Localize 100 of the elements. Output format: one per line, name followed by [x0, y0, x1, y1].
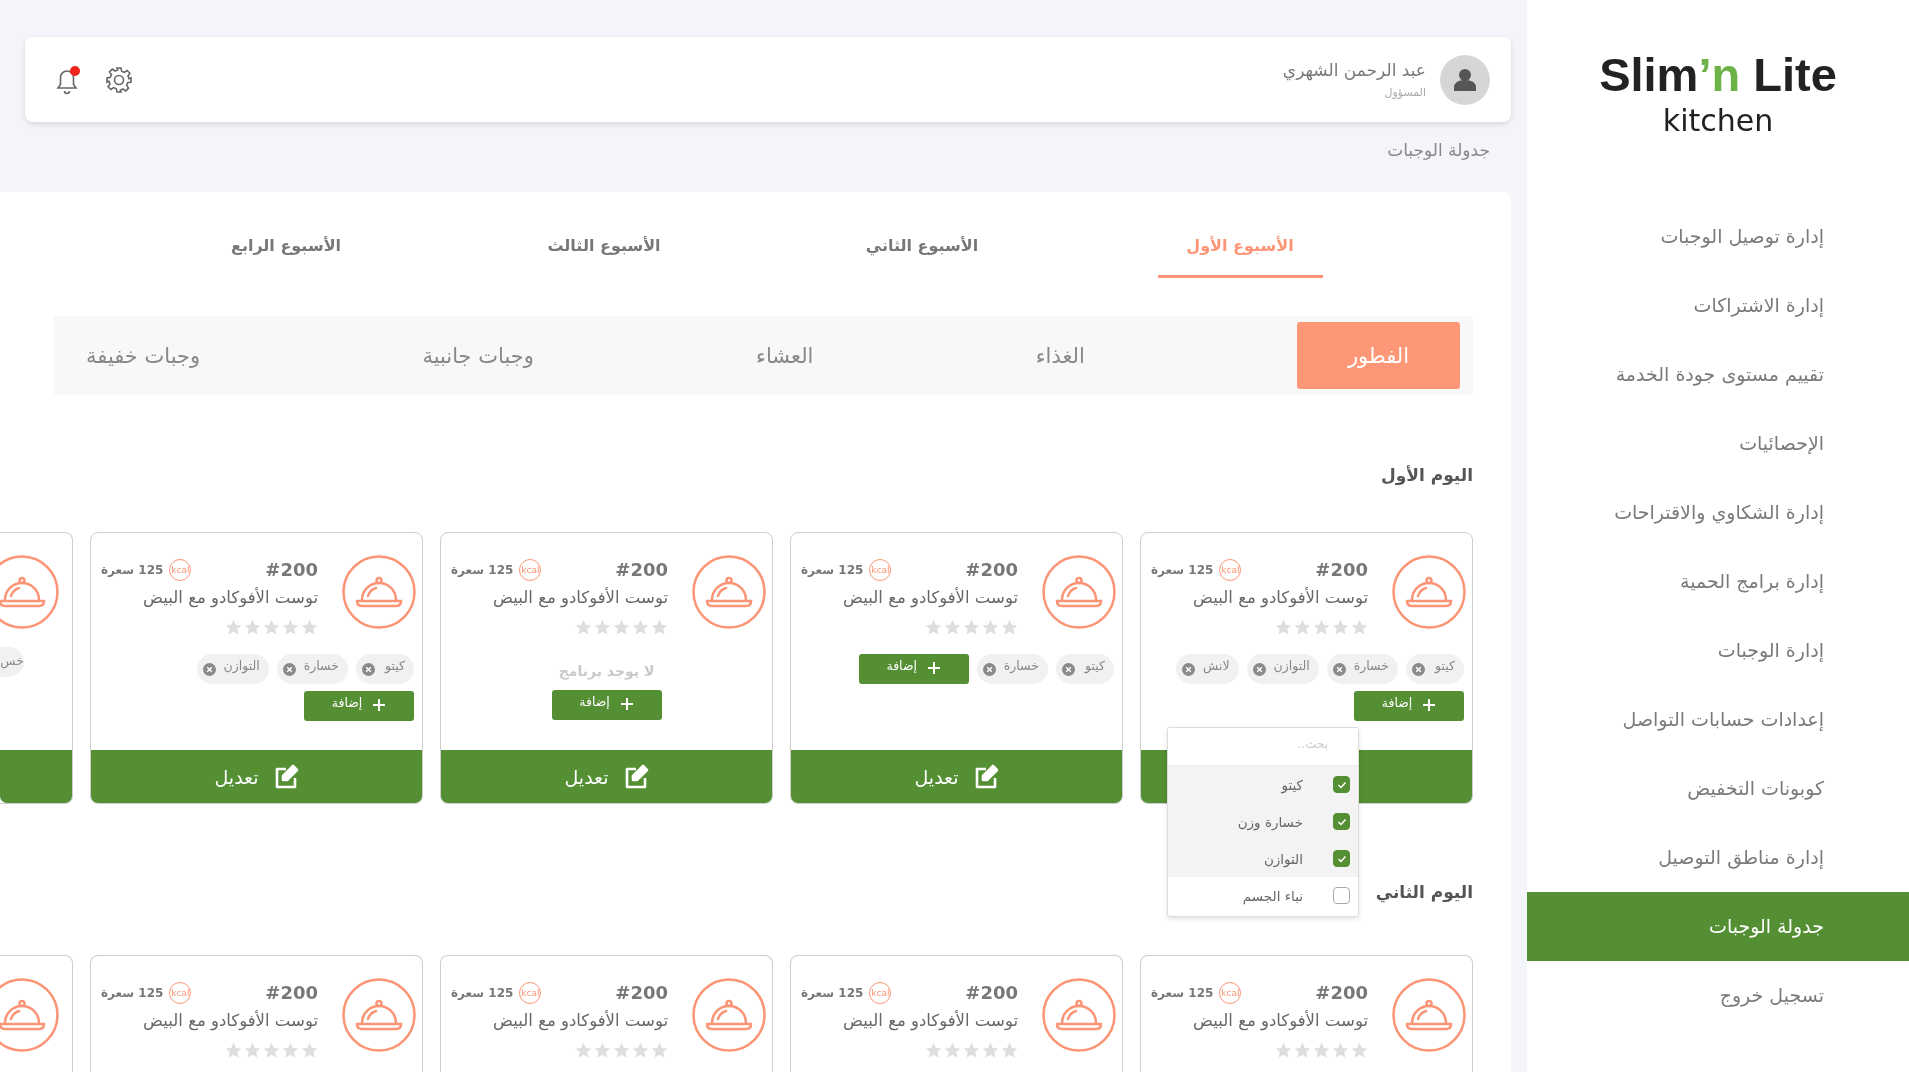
star-icon	[613, 619, 630, 636]
add-button[interactable]: إضافة	[858, 654, 969, 684]
star-icon	[301, 619, 318, 636]
page-title: جدولة الوجبات	[1386, 139, 1491, 162]
sidebar-item[interactable]: إدارة الاشتراكات	[1527, 271, 1909, 340]
notification-bell-icon[interactable]	[55, 64, 81, 95]
star-icon	[1351, 619, 1368, 636]
calories-text: 125 سعرة	[1151, 562, 1214, 579]
meal-type-tab[interactable]: وجبات خفيفة	[76, 340, 211, 371]
star-icon	[1332, 1042, 1349, 1059]
meal-name: توست الأفوكادو مع البيض	[842, 586, 1018, 610]
sidebar-item[interactable]: كوبونات التخفيض	[1527, 754, 1909, 823]
calories-text: 125 سعرة	[451, 562, 514, 579]
meal-name: توست الأفوكادو مع البيض	[142, 586, 318, 610]
tag-chip: التوازن	[196, 654, 269, 684]
star-icon	[944, 619, 961, 636]
star-icon	[982, 1042, 999, 1059]
sidebar-item[interactable]: إدارة الوجبات	[1527, 616, 1909, 685]
star-icon	[1313, 619, 1330, 636]
sidebar-item[interactable]: تسجيل خروج	[1527, 961, 1909, 1030]
meal-name: توست الأفوكادو مع البيض	[1192, 1009, 1368, 1033]
sidebar-item[interactable]: تقييم مستوى جودة الخدمة	[1527, 340, 1909, 409]
star-icon	[632, 619, 649, 636]
day-title: اليوم الثاني	[1375, 881, 1473, 905]
meal-type-tab[interactable]: الغذاء	[1025, 340, 1095, 371]
meal-name: توست الأفوكادو مع البيض	[142, 1009, 318, 1033]
remove-icon[interactable]	[282, 663, 296, 676]
star-icon	[1294, 1042, 1311, 1059]
meal-type-tab[interactable]: العشاء	[746, 340, 824, 371]
star-icon	[1313, 1042, 1330, 1059]
meal-name: توست الأفوكادو مع البيض	[1192, 586, 1368, 610]
sidebar-item[interactable]: جدولة الوجبات	[1527, 892, 1909, 961]
week-tab[interactable]: الأسبوع الثاني	[839, 192, 1005, 278]
dropdown-option[interactable]: نباء الجسم	[1168, 877, 1358, 914]
sidebar-item[interactable]: إعدادات حسابات التواصل	[1527, 685, 1909, 754]
remove-icon[interactable]	[1062, 663, 1075, 676]
edit-bar[interactable]: تعديل	[91, 750, 422, 803]
add-button[interactable]: إضافة	[551, 690, 662, 720]
brand-subtitle: kitchen	[1662, 102, 1774, 140]
remove-icon[interactable]	[1412, 663, 1425, 676]
tag-chip: كيتو	[356, 654, 414, 684]
star-icon	[651, 1042, 668, 1059]
tag-chip: كيتو	[1406, 654, 1464, 684]
remove-icon[interactable]	[1332, 663, 1346, 676]
meal-number: #200	[965, 558, 1018, 582]
checkbox[interactable]	[1333, 813, 1350, 830]
meal-number: #200	[265, 981, 318, 1005]
sidebar-item[interactable]: إدارة توصيل الوجبات	[1527, 202, 1909, 271]
star-icon	[925, 1042, 942, 1059]
tag-chip: خس	[0, 647, 24, 677]
remove-icon[interactable]	[1252, 663, 1266, 676]
tag-chip: التوازن	[1246, 654, 1319, 684]
meal-number: #200	[965, 981, 1018, 1005]
dropdown-option[interactable]: خسارة وزن	[1168, 803, 1358, 840]
meal-number: #200	[615, 981, 668, 1005]
dish-cover-icon	[692, 978, 766, 1052]
remove-icon[interactable]	[1181, 663, 1195, 676]
plus-icon	[619, 697, 634, 711]
sidebar-item[interactable]: إدارة الشكاوي والاقتراحات	[1527, 478, 1909, 547]
star-icon	[301, 1042, 318, 1059]
meal-type-tab[interactable]: وجبات جانبية	[412, 340, 544, 371]
star-icon	[1294, 619, 1311, 636]
remove-icon[interactable]	[202, 663, 216, 676]
star-icon	[225, 1042, 242, 1059]
remove-icon[interactable]	[362, 663, 375, 676]
sidebar-item[interactable]: إدارة مناطق التوصيل	[1527, 823, 1909, 892]
settings-icon[interactable]	[105, 65, 133, 94]
calories-text: 125 سعرة	[1151, 985, 1214, 1002]
dish-cover-icon	[1042, 978, 1116, 1052]
star-icon	[575, 619, 592, 636]
star-icon	[925, 619, 942, 636]
tag-chip: خسارة	[276, 654, 348, 684]
star-icon	[244, 619, 261, 636]
avatar-icon[interactable]	[1440, 54, 1490, 105]
meal-number: #200	[615, 558, 668, 582]
star-icon	[651, 619, 668, 636]
checkbox[interactable]	[1333, 776, 1350, 793]
sidebar-item[interactable]: الإحصائيات	[1527, 409, 1909, 478]
dish-cover-icon	[1392, 978, 1466, 1052]
week-tab[interactable]: الأسبوع الأول	[1157, 192, 1323, 278]
star-icon	[963, 619, 980, 636]
checkbox[interactable]	[1333, 850, 1350, 867]
star-icon	[963, 1042, 980, 1059]
week-tab[interactable]: الأسبوع الثالث	[521, 192, 687, 278]
sidebar-item[interactable]: إدارة برامج الحمية	[1527, 547, 1909, 616]
add-button[interactable]: إضافة	[1354, 691, 1464, 721]
checkbox[interactable]	[1333, 887, 1350, 904]
week-tab[interactable]: الأسبوع الرابع	[203, 192, 369, 278]
add-button[interactable]: إضافة	[304, 691, 414, 721]
dropdown-option[interactable]: التوازن	[1168, 840, 1358, 877]
brand-logo: Slim’n Lite	[1599, 48, 1837, 102]
meal-number: #200	[1315, 981, 1368, 1005]
dropdown-option[interactable]: كيتو	[1168, 766, 1358, 803]
edit-bar[interactable]: تعديل	[791, 750, 1122, 803]
dish-cover-icon	[1392, 555, 1466, 629]
remove-icon[interactable]	[982, 663, 996, 676]
edit-bar[interactable]: تعديل	[441, 750, 772, 803]
star-icon	[944, 1042, 961, 1059]
star-icon	[282, 619, 299, 636]
star-icon	[282, 1042, 299, 1059]
